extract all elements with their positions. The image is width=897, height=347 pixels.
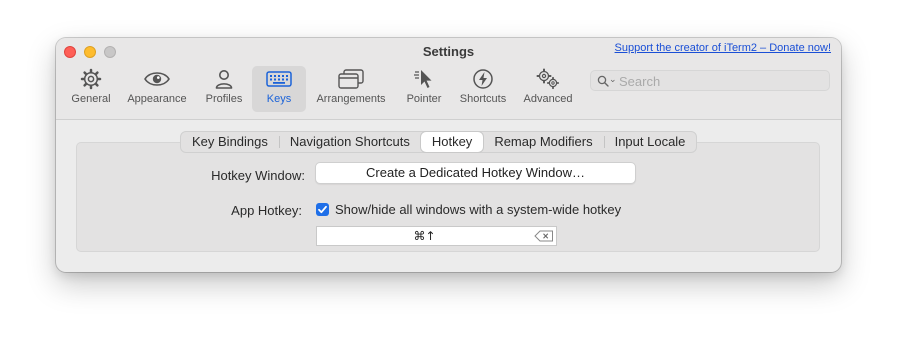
search-icon [597,75,609,87]
toolbar-item-general[interactable]: General [66,66,116,112]
eye-icon [144,72,170,86]
toolbar: Settings Support the creator of iTerm2 –… [56,38,841,120]
hotkey-window-label: Hotkey Window: [211,168,305,183]
show-hide-checkbox[interactable] [316,203,329,216]
donate-link[interactable]: Support the creator of iTerm2 – Donate n… [615,42,831,54]
chevron-down-icon: ⌄ [609,74,617,84]
toolbar-label-arrangements: Arrangements [316,93,386,105]
toolbar-item-shortcuts[interactable]: Shortcuts [454,66,512,112]
search-input[interactable] [617,72,821,91]
toolbar-label-appearance: Appearance [127,93,187,105]
windows-icon [338,69,364,89]
show-hide-checkbox-label[interactable]: Show/hide all windows with a system-wide… [335,202,621,217]
tab-input-locale[interactable]: Input Locale [603,132,697,152]
toolbar-label-profiles: Profiles [205,93,243,105]
hotkey-recorder-field[interactable]: ⌘↑ [316,226,557,246]
toolbar-label-general: General [71,93,111,105]
tab-navigation-shortcuts[interactable]: Navigation Shortcuts [278,132,421,152]
toolbar-label-advanced: Advanced [523,93,573,105]
hotkey-value: ⌘↑ [413,229,436,243]
toolbar-item-appearance[interactable]: Appearance [122,66,192,112]
app-hotkey-label: App Hotkey: [231,203,302,218]
tab-hotkey[interactable]: Hotkey [420,132,484,152]
keys-tab-bar: Key Bindings Navigation Shortcuts Hotkey… [180,131,698,153]
checkmark-icon [318,205,327,214]
person-icon [215,70,233,89]
toolbar-label-pointer: Pointer [406,93,442,105]
clear-hotkey-icon[interactable] [534,230,554,242]
tab-remap-modifiers[interactable]: Remap Modifiers [483,132,603,152]
bolt-icon [473,69,493,89]
toolbar-item-pointer[interactable]: Pointer [400,66,448,112]
gears-icon [536,68,560,90]
toolbar-item-arrangements[interactable]: Arrangements [312,66,390,112]
gear-icon [80,68,102,90]
tab-key-bindings[interactable]: Key Bindings [181,132,279,152]
toolbar-label-shortcuts: Shortcuts [459,93,507,105]
toolbar-label-keys: Keys [266,93,292,105]
pointer-icon [414,70,432,88]
keyboard-icon [266,71,292,87]
search-field[interactable]: ⌄ [590,70,830,91]
toolbar-item-advanced[interactable]: Advanced [518,66,578,112]
settings-window: Settings Support the creator of iTerm2 –… [56,38,841,272]
toolbar-item-profiles[interactable]: Profiles [200,66,248,112]
create-hotkey-window-button[interactable]: Create a Dedicated Hotkey Window… [315,162,636,184]
toolbar-item-keys[interactable]: Keys [252,66,306,112]
